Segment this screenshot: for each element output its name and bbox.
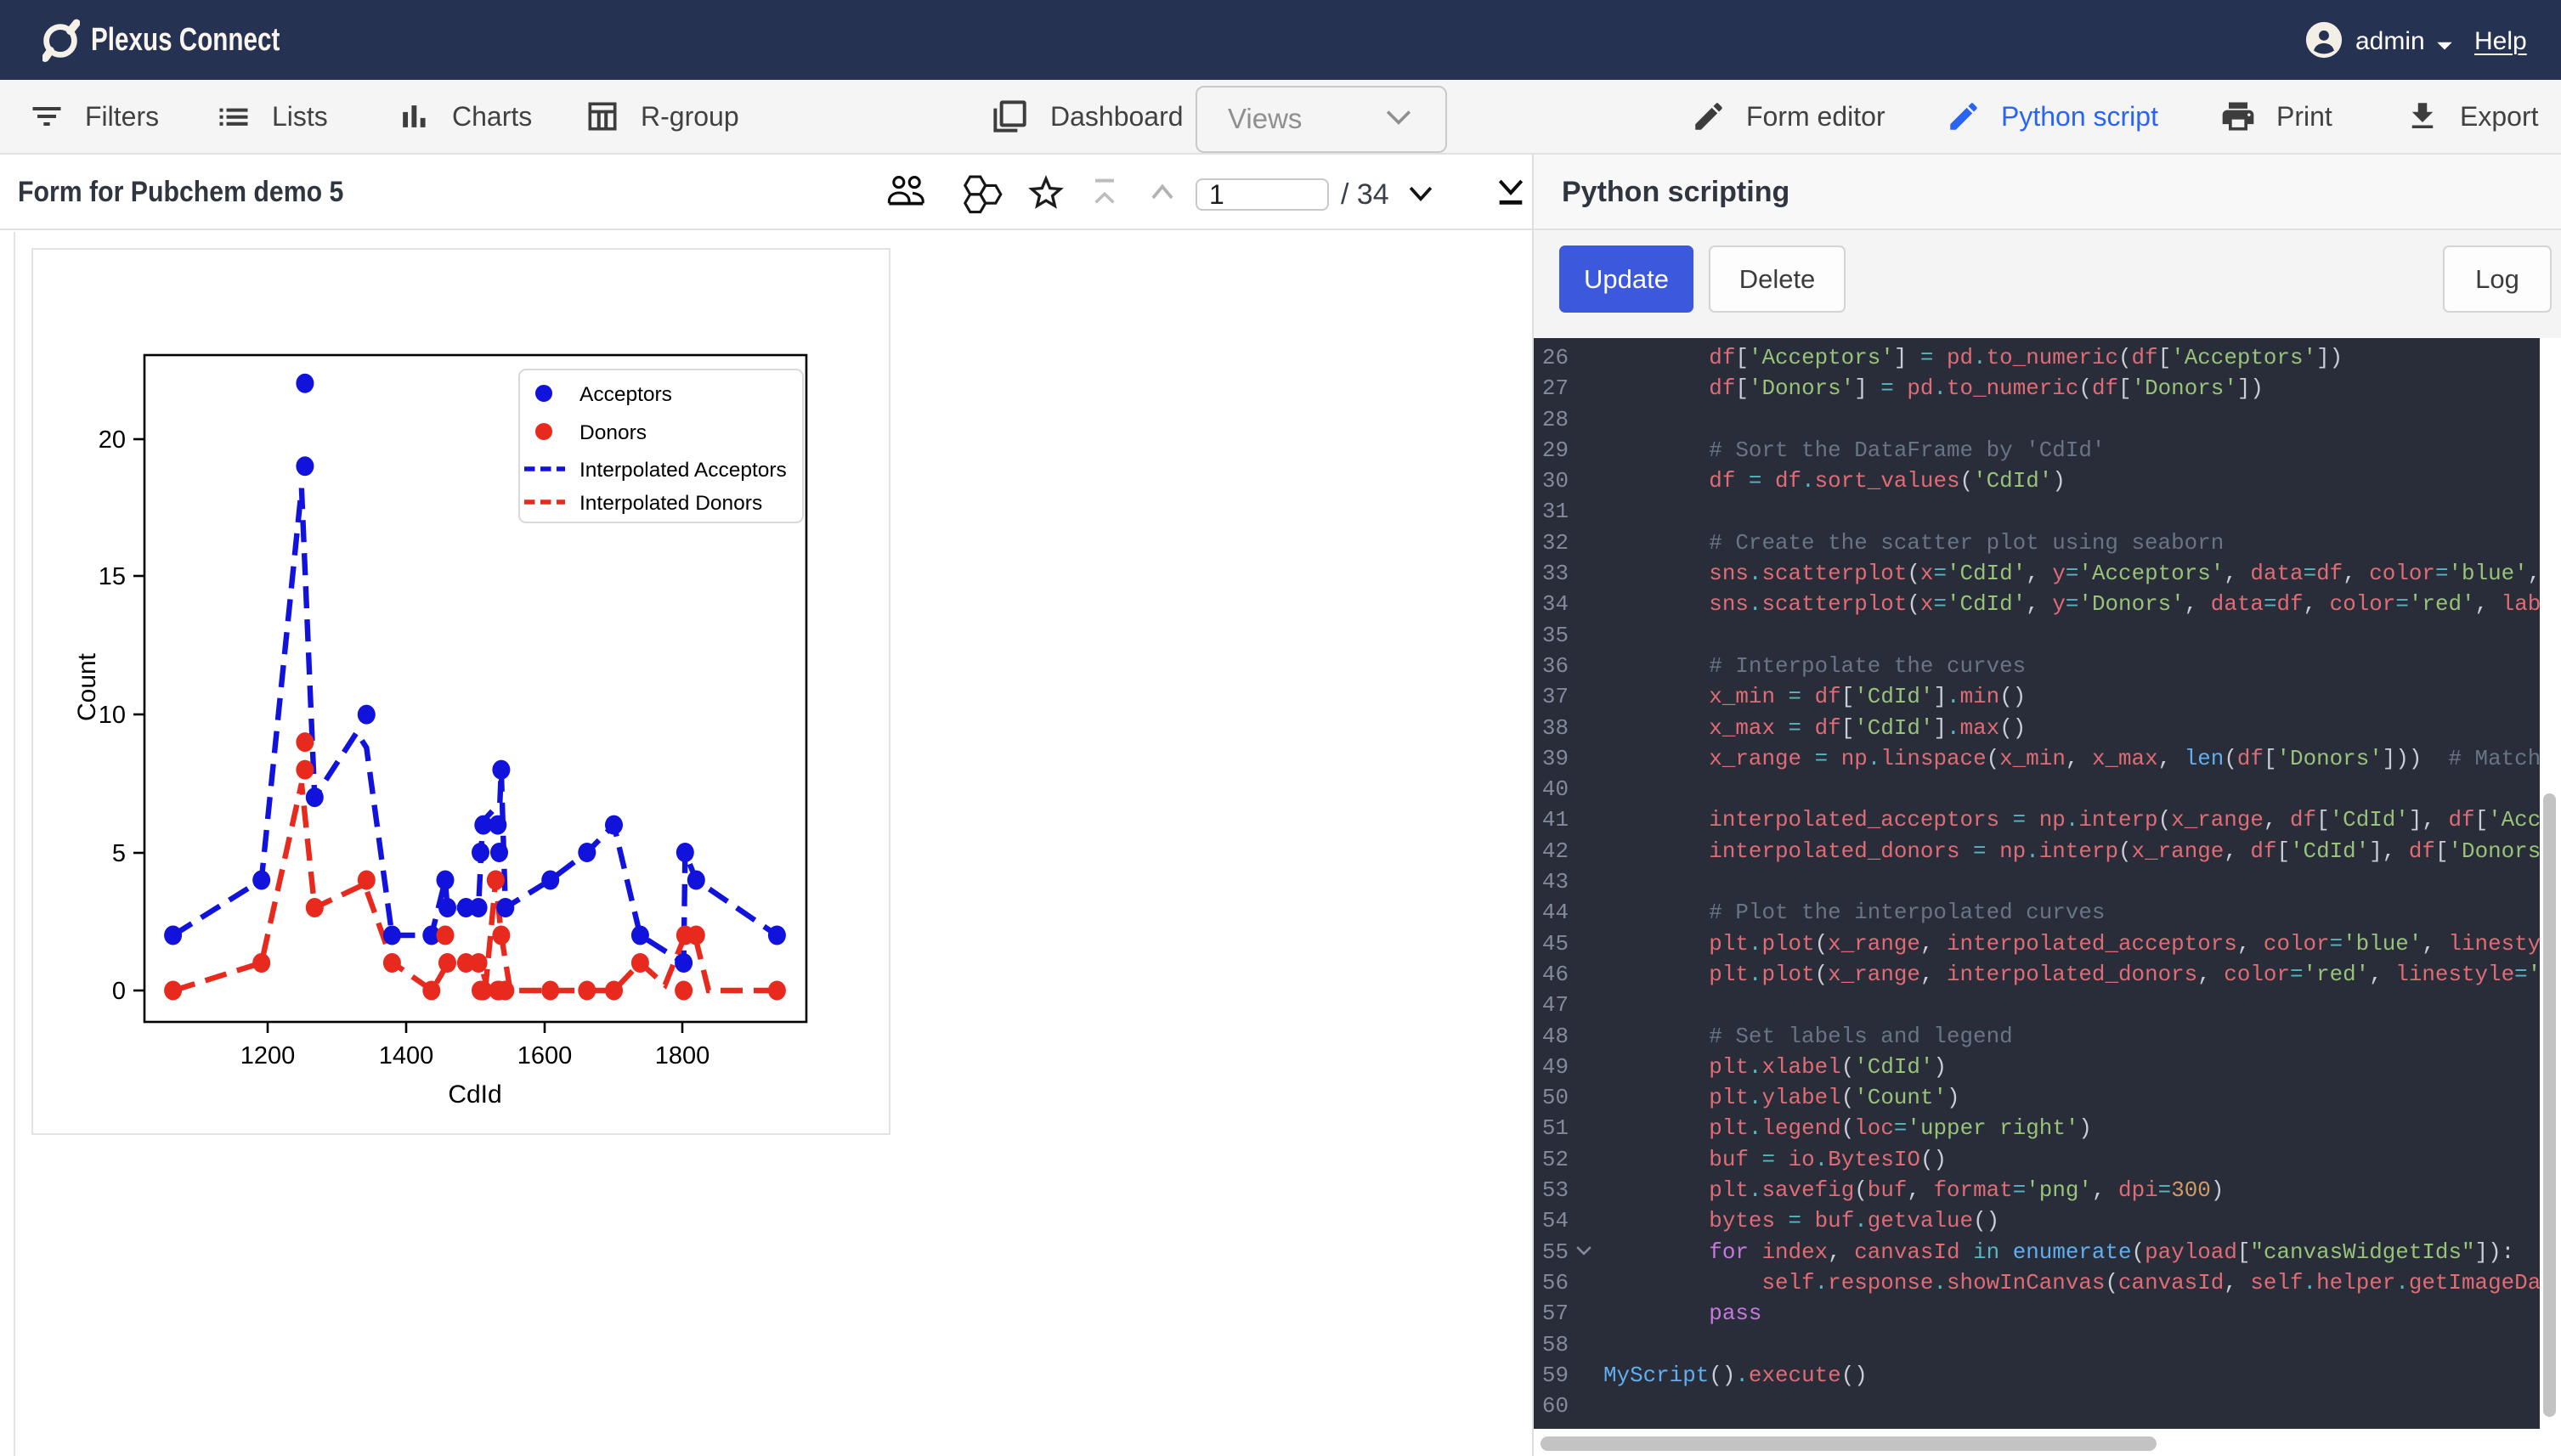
svg-text:20: 20 bbox=[99, 426, 126, 454]
svg-text:Count: Count bbox=[73, 652, 101, 721]
svg-text:Interpolated Acceptors: Interpolated Acceptors bbox=[579, 459, 787, 482]
svg-text:Acceptors: Acceptors bbox=[579, 383, 672, 406]
svg-text:15: 15 bbox=[99, 563, 126, 590]
svg-text:0: 0 bbox=[112, 978, 126, 1005]
svg-text:1400: 1400 bbox=[379, 1042, 434, 1069]
svg-text:5: 5 bbox=[112, 840, 126, 867]
svg-text:CdId: CdId bbox=[448, 1081, 501, 1109]
svg-text:Interpolated Donors: Interpolated Donors bbox=[579, 492, 762, 515]
svg-text:1200: 1200 bbox=[240, 1042, 296, 1069]
svg-text:1800: 1800 bbox=[655, 1042, 710, 1069]
svg-text:Donors: Donors bbox=[579, 421, 647, 444]
svg-text:10: 10 bbox=[99, 702, 126, 729]
svg-text:1600: 1600 bbox=[517, 1042, 573, 1069]
